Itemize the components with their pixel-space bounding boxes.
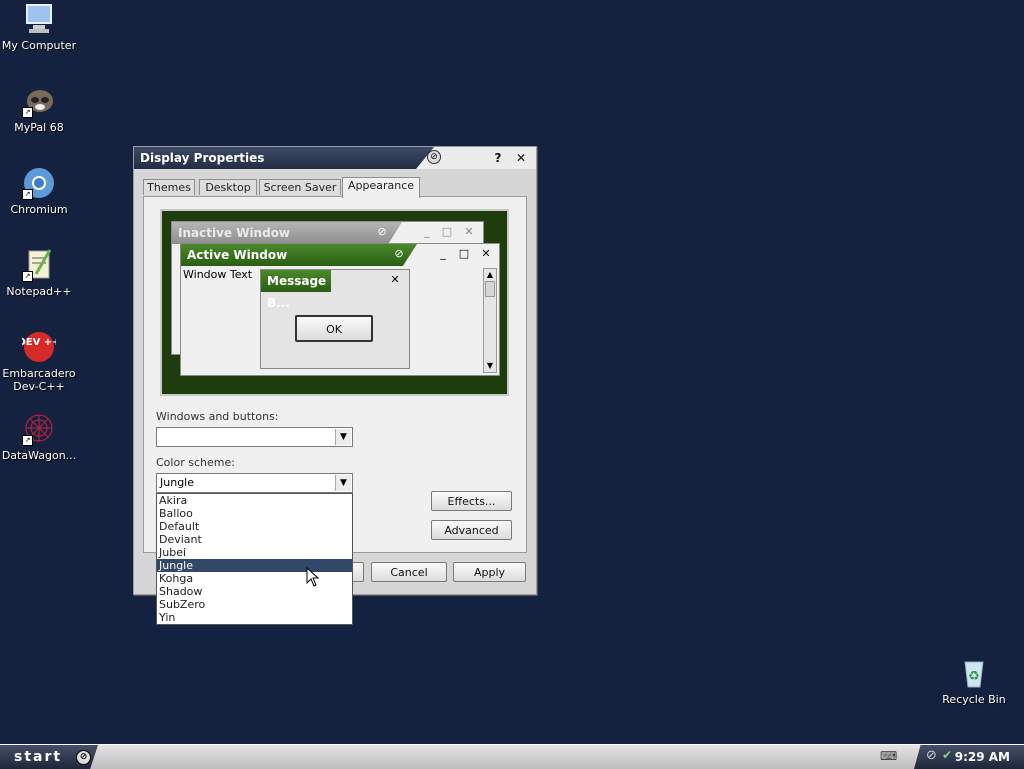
color-scheme-option[interactable]: Balloo: [157, 507, 352, 520]
scroll-thumb: [485, 281, 495, 297]
color-scheme-option[interactable]: Default: [157, 520, 352, 533]
devcpp-icon-text: DEV ++: [22, 337, 56, 348]
scroll-down-icon: ▼: [486, 361, 494, 370]
color-scheme-dropdown: Akira Balloo Default Deviant Jubei Jungl…: [156, 493, 353, 625]
help-button[interactable]: ?: [490, 150, 506, 166]
desktop-icon-datawagon[interactable]: ↗ DataWagon...: [0, 412, 78, 462]
desktop-icon-label: MyPal 68: [14, 121, 64, 134]
dialog-titlebar[interactable]: Display Properties ⊘ ? ✕: [134, 147, 536, 169]
devcpp-icon: DEV ++: [17, 330, 61, 364]
system-tray: ⊘ ✔ 9:29 AM: [914, 745, 1024, 769]
desktop-icon-label: Embarcadero Dev-C++: [2, 367, 76, 393]
color-scheme-option[interactable]: Akira: [157, 494, 352, 507]
inactive-window-title: Inactive Window: [172, 222, 402, 244]
desktop-icon-recycle-bin[interactable]: ♻ Recycle Bin: [935, 656, 1013, 706]
tab-desktop[interactable]: Desktop: [199, 179, 257, 195]
start-glyph-icon: ⊘: [76, 750, 91, 765]
desktop-icon-devcpp[interactable]: DEV ++ Embarcadero Dev-C++: [0, 330, 78, 393]
shortcut-arrow-icon: ↗: [22, 107, 33, 118]
chromium-icon: ↗: [22, 166, 56, 200]
desktop-icon-label: DataWagon...: [1, 449, 77, 462]
recycle-bin-icon: ♻: [957, 656, 991, 690]
preview-scrollbar: ▲ ▼: [483, 268, 497, 373]
close-icon: ✕: [464, 225, 474, 238]
color-scheme-option[interactable]: Shadow: [157, 585, 352, 598]
keyboard-icon[interactable]: ⌨: [880, 749, 897, 763]
color-scheme-value: Jungle: [160, 476, 194, 489]
color-scheme-option[interactable]: Jubei: [157, 546, 352, 559]
color-scheme-option[interactable]: Deviant: [157, 533, 352, 546]
color-scheme-select[interactable]: Jungle ▼: [156, 473, 353, 493]
minimize-icon: _: [440, 247, 446, 260]
shortcut-arrow-icon: ↗: [22, 189, 33, 200]
preview-glyph-icon: ⊘: [394, 247, 404, 260]
window-text: Window Text: [183, 268, 253, 281]
tab-themes[interactable]: Themes: [143, 179, 195, 195]
svg-text:♻: ♻: [968, 669, 980, 684]
window-glyph-icon: ⊘: [427, 150, 441, 164]
mypal-icon: ↗: [22, 84, 56, 118]
close-icon: ✕: [390, 273, 400, 286]
chevron-down-icon[interactable]: ▼: [335, 429, 351, 445]
my-computer-icon: [22, 2, 56, 36]
desktop-icon-notepad-plus-plus[interactable]: ↗ Notepad++: [0, 248, 78, 298]
active-window-title: Active Window: [181, 244, 417, 266]
color-scheme-option[interactable]: Kohga: [157, 572, 352, 585]
clock[interactable]: 9:29 AM: [955, 745, 1010, 769]
desktop-icon-label: Recycle Bin: [942, 693, 1006, 706]
dialog-title: Display Properties: [134, 147, 434, 169]
close-icon: ✕: [481, 247, 491, 260]
windows-and-buttons-select[interactable]: ▼: [156, 427, 353, 447]
datawagon-icon: ↗: [22, 412, 56, 446]
preview-ok-button: OK: [295, 315, 373, 342]
start-label: start: [14, 749, 63, 765]
shortcut-arrow-icon: ↗: [22, 271, 33, 282]
start-button[interactable]: start ⊘: [0, 745, 98, 769]
preview-glyph-icon: ⊘: [377, 225, 387, 238]
minimize-icon: _: [424, 225, 430, 238]
desktop-icon-chromium[interactable]: ↗ Chromium: [0, 166, 78, 216]
tab-appearance[interactable]: Appearance: [342, 177, 420, 198]
desktop-icon-label: My Computer: [1, 39, 77, 52]
effects-button[interactable]: Effects...: [431, 491, 512, 511]
ok-button[interactable]: [353, 562, 364, 582]
maximize-icon: □: [458, 247, 470, 260]
apply-button[interactable]: Apply: [453, 562, 526, 582]
taskbar: start ⊘ ⌨ ⊘ ✔ 9:29 AM: [0, 744, 1024, 769]
tray-safely-remove-icon[interactable]: ✔: [942, 748, 952, 762]
desktop-icon-my-computer[interactable]: My Computer: [0, 2, 78, 52]
scroll-up-icon: ▲: [486, 270, 494, 279]
windows-and-buttons-label: Windows and buttons:: [156, 410, 279, 423]
color-scheme-option[interactable]: Yin: [157, 611, 352, 624]
color-scheme-option[interactable]: SubZero: [157, 598, 352, 611]
tab-screen-saver[interactable]: Screen Saver: [259, 179, 341, 195]
notepad-plus-plus-icon: ↗: [22, 248, 56, 282]
shortcut-arrow-icon: ↗: [22, 435, 33, 446]
maximize-icon: □: [441, 225, 453, 238]
appearance-preview: Inactive Window ⊘ _ □ ✕ Active Window ⊘ …: [160, 209, 509, 396]
preview-message-box: Message B... ✕ OK: [260, 269, 410, 369]
color-scheme-option-selected[interactable]: Jungle: [157, 559, 352, 572]
close-button[interactable]: ✕: [513, 150, 529, 166]
mouse-cursor-icon: [306, 567, 320, 587]
advanced-button[interactable]: Advanced: [431, 520, 512, 540]
message-box-title: Message B...: [261, 270, 331, 310]
desktop-icon-mypal[interactable]: ↗ MyPal 68: [0, 84, 78, 134]
color-scheme-label: Color scheme:: [156, 456, 235, 469]
tray-network-icon[interactable]: ⊘: [926, 748, 937, 763]
chevron-down-icon[interactable]: ▼: [335, 475, 351, 491]
cancel-button[interactable]: Cancel: [371, 562, 447, 582]
desktop-icon-label: Notepad++: [6, 285, 72, 298]
desktop-icon-label: Chromium: [10, 203, 68, 216]
